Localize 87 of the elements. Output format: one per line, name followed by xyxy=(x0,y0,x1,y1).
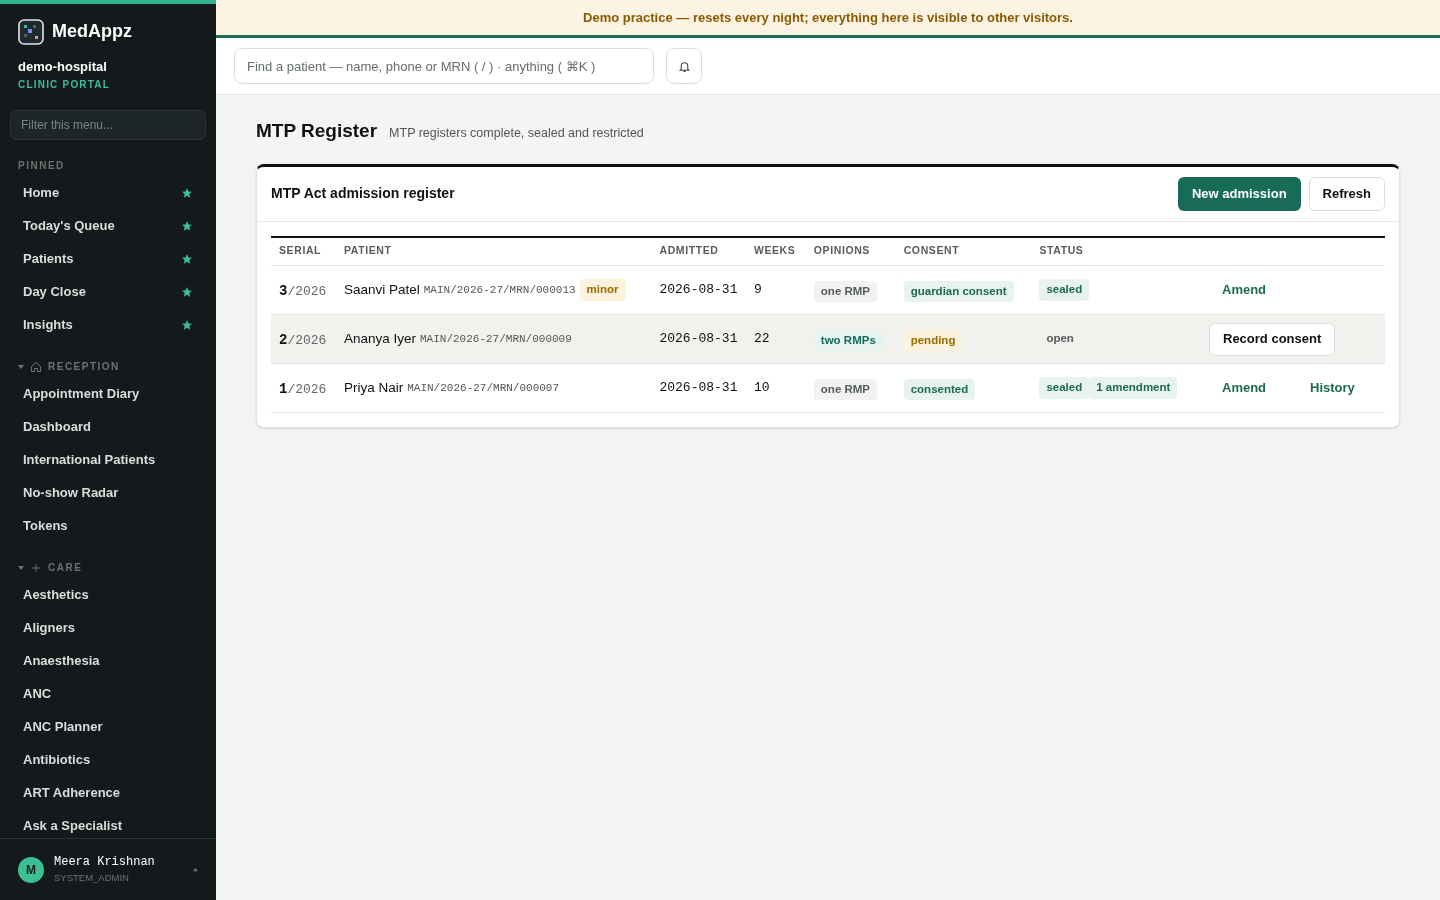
serial-cell: 1/2026 xyxy=(279,382,327,397)
demo-banner: Demo practice — resets every night; everything here is visible to other visitors. xyxy=(216,0,1440,38)
column-header: OPINIONS xyxy=(805,236,896,266)
column-header: PATIENT xyxy=(335,236,652,266)
plus-icon xyxy=(30,561,42,574)
column-header: CONSENT xyxy=(895,236,1032,266)
action-link[interactable]: Amend xyxy=(1209,378,1289,398)
patient-name: Ananya Iyer xyxy=(343,329,416,348)
user-name: Meera Krishnan xyxy=(54,854,156,872)
status-tag: consented xyxy=(903,378,976,401)
status-tag: guardian consent xyxy=(903,280,1014,303)
card-title: MTP Act admission register xyxy=(271,184,455,203)
sidebar-item[interactable]: Patients xyxy=(10,242,206,276)
sidebar-item[interactable]: International Patients xyxy=(10,443,206,477)
section-label: RECEPTION xyxy=(48,360,120,374)
table-cell: 10 xyxy=(745,363,806,413)
notifications-button[interactable] xyxy=(666,48,702,84)
column-header: STATUS xyxy=(1031,236,1201,266)
sidebar-item[interactable]: ANC Planner xyxy=(10,710,206,744)
action-link[interactable]: Amend xyxy=(1209,280,1289,300)
sidebar-item[interactable]: Aesthetics xyxy=(10,578,206,612)
status-tag: minor xyxy=(579,279,626,301)
sidebar-item[interactable]: Tokens xyxy=(10,509,206,543)
filter-field[interactable]: Filter this menu... xyxy=(10,109,206,140)
logo-icon xyxy=(18,18,44,45)
sidebar-item[interactable]: Day Close xyxy=(10,275,206,309)
section-label: PINNED xyxy=(17,158,66,173)
home-icon xyxy=(30,360,42,373)
section-label: CARE xyxy=(48,561,83,575)
sidebar-item[interactable]: Today's Queue xyxy=(10,209,206,243)
mrn-text: MAIN/2026-27/MRN/000007 xyxy=(407,380,560,396)
user-role: SYSTEM_ADMIN xyxy=(54,871,130,886)
page-title: MTP Register xyxy=(256,119,378,143)
sidebar-item[interactable]: ART Adherence xyxy=(10,776,206,810)
column-header: WEEKS xyxy=(745,236,806,266)
sidebar-item[interactable]: Ask a Specialist xyxy=(10,809,206,838)
status-tag: two RMPs xyxy=(813,329,883,352)
status-tag: pending xyxy=(903,329,963,352)
table-row[interactable]: 1/2026 Priya Nair MAIN/2026-27/MRN/000007 2026-08-31 10 one RMP consented sealed 1 amendment Amend History xyxy=(271,363,1385,413)
caret-icon[interactable] xyxy=(193,867,198,872)
portal-label: CLINIC PORTAL xyxy=(17,77,112,92)
user-avatar: M xyxy=(18,856,44,883)
patient-name: Saanvi Patel xyxy=(343,280,420,299)
table-row[interactable]: 3/2026 Saanvi Patel MAIN/2026-27/MRN/000013 minor 2026-08-31 9 one RMP guardian consent sealed Amend xyxy=(271,265,1385,315)
star-icon xyxy=(181,253,193,265)
search-field[interactable]: Find a patient — name, phone or MRN ( / ) · anything ( ⌘K ) xyxy=(234,48,654,84)
mrn-text: MAIN/2026-27/MRN/000009 xyxy=(420,331,572,347)
caret-icon[interactable] xyxy=(18,564,24,571)
star-icon xyxy=(181,286,193,298)
sidebar-item[interactable]: Insights xyxy=(10,308,206,342)
table-cell: 2026-08-31 xyxy=(651,265,746,315)
tenant-name: demo-hospital xyxy=(17,58,108,76)
caret-icon[interactable] xyxy=(18,363,24,370)
table-cell: 2026-08-31 xyxy=(651,363,746,413)
status-tag: open xyxy=(1039,328,1081,350)
sidebar-item[interactable]: No-show Radar xyxy=(10,476,206,510)
table-cell: 22 xyxy=(745,314,806,364)
table-cell: 9 xyxy=(745,265,806,315)
status-tag: one RMP xyxy=(813,378,878,401)
sidebar-item[interactable]: Dashboard xyxy=(10,410,206,444)
new-admission-button[interactable]: New admission xyxy=(1177,176,1301,211)
serial-cell: 2/2026 xyxy=(279,333,327,348)
status-tag: sealed xyxy=(1039,279,1090,301)
status-tag: one RMP xyxy=(813,280,878,303)
column-header: ADMITTED xyxy=(651,236,746,266)
star-icon xyxy=(181,319,193,331)
status-tag: 1 amendment xyxy=(1089,377,1178,399)
action-link[interactable]: History xyxy=(1297,378,1377,398)
brand-name: MedAppz xyxy=(52,20,132,43)
refresh-button[interactable]: Refresh xyxy=(1308,176,1385,211)
page-subtitle: MTP registers complete, sealed and restricted xyxy=(389,125,644,142)
star-icon xyxy=(181,187,193,199)
serial-cell: 3/2026 xyxy=(279,284,327,299)
sidebar-item[interactable]: Home xyxy=(10,176,206,210)
patient-name: Priya Nair xyxy=(343,378,404,397)
mrn-text: MAIN/2026-27/MRN/000013 xyxy=(423,282,576,298)
sidebar-item[interactable]: Anaesthesia xyxy=(10,644,206,678)
column-header: SERIAL xyxy=(271,236,336,266)
status-tag: sealed xyxy=(1039,377,1090,399)
record-consent-button[interactable]: Record consent xyxy=(1209,322,1336,356)
sidebar-item[interactable]: Aligners xyxy=(10,611,206,645)
sidebar-item[interactable]: ANC xyxy=(10,677,206,711)
sidebar-item[interactable]: Appointment Diary xyxy=(10,377,206,411)
sidebar-item[interactable]: Antibiotics xyxy=(10,743,206,777)
star-icon xyxy=(181,220,193,232)
bell-icon xyxy=(677,59,691,73)
table-cell: 2026-08-31 xyxy=(651,314,746,364)
